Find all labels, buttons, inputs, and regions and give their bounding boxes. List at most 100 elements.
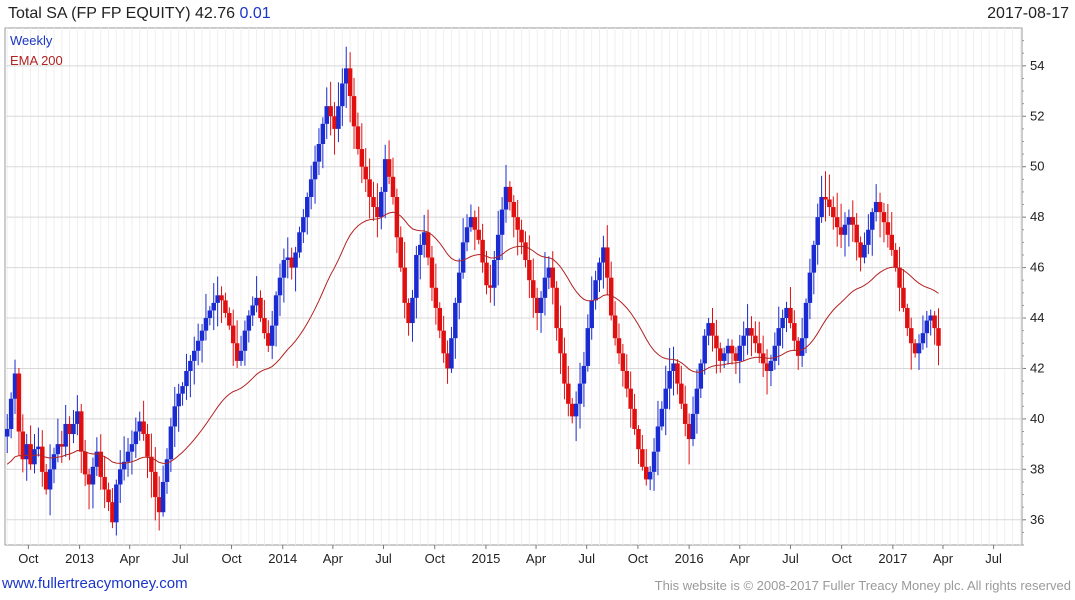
candle-body-up bbox=[242, 330, 248, 351]
x-tick-label: Jul bbox=[985, 551, 1002, 566]
x-tick-label: 2016 bbox=[675, 551, 704, 566]
candle-body-down bbox=[764, 363, 770, 371]
candle-body-up bbox=[8, 398, 14, 429]
candle-body-up bbox=[293, 252, 298, 268]
x-tick-label: Oct bbox=[18, 551, 39, 566]
candle-body-up bbox=[842, 224, 848, 235]
candle-body-down bbox=[686, 423, 692, 440]
candle-body-down bbox=[889, 234, 894, 250]
candle-body-up bbox=[811, 244, 817, 273]
candle-body-down bbox=[433, 287, 439, 308]
candle-body-up bbox=[184, 370, 189, 387]
candle-body-down bbox=[394, 196, 400, 238]
candle-body-down bbox=[79, 411, 84, 452]
candle-body-down bbox=[445, 353, 450, 369]
candle-body-up bbox=[269, 325, 275, 346]
candle-body-up bbox=[297, 232, 302, 253]
candle-body-down bbox=[558, 328, 563, 354]
candle-body-down bbox=[788, 307, 793, 324]
x-tick-label: Jul bbox=[172, 551, 189, 566]
candle-body-down bbox=[258, 297, 263, 319]
candle-body-up bbox=[671, 363, 676, 371]
candle-body-up bbox=[129, 444, 135, 452]
candle-body-up bbox=[312, 161, 318, 180]
candle-body-down bbox=[858, 242, 863, 258]
candle-body-up bbox=[277, 277, 283, 296]
candle-body-up bbox=[737, 345, 743, 361]
candlestick-chart: 36 38 40 42 44 46 48 50 52 54 Oct 2013 Apr Jul Oct 2014… bbox=[4, 27, 1044, 566]
candle-body-up bbox=[449, 338, 454, 369]
candle-body-down bbox=[40, 446, 45, 472]
candle-body-up bbox=[168, 426, 174, 460]
x-tick-label: Apr bbox=[933, 551, 954, 566]
candle-body-down bbox=[885, 222, 891, 235]
x-tick-label: Jul bbox=[375, 551, 392, 566]
candle-body-up bbox=[281, 260, 287, 278]
x-tick-label: 2015 bbox=[471, 551, 500, 566]
candle-body-down bbox=[219, 295, 224, 301]
candle-body-up bbox=[273, 295, 279, 326]
candle-body-up bbox=[866, 229, 871, 245]
candle-body-down bbox=[425, 232, 431, 258]
candle-body-down bbox=[760, 353, 766, 364]
candle-body-down bbox=[624, 370, 630, 389]
candle-body-up bbox=[663, 388, 668, 409]
x-tick-label: Apr bbox=[323, 551, 344, 566]
candle-body-up bbox=[862, 244, 867, 258]
candle-body-down bbox=[753, 335, 758, 344]
candle-body-up bbox=[215, 295, 220, 303]
candle-body-down bbox=[714, 335, 719, 349]
candle-body-down bbox=[227, 312, 232, 326]
y-tick-label: 50 bbox=[1030, 159, 1044, 174]
candle-body-up bbox=[503, 186, 509, 210]
candle-body-down bbox=[554, 287, 559, 329]
candle-body-up bbox=[301, 217, 306, 233]
candle-body-down bbox=[620, 353, 626, 371]
candle-body-up bbox=[195, 340, 201, 351]
candle-body-up bbox=[246, 315, 252, 331]
candle-body-up bbox=[453, 302, 458, 339]
candle-body-up bbox=[117, 469, 123, 485]
candle-body-up bbox=[12, 373, 18, 399]
candle-body-up bbox=[47, 469, 53, 490]
candle-body-up bbox=[924, 320, 930, 334]
x-tick-label: Apr bbox=[120, 551, 141, 566]
candle-body-down bbox=[562, 353, 567, 384]
x-tick-label: Oct bbox=[221, 551, 242, 566]
candle-body-up bbox=[916, 343, 922, 354]
candle-body-up bbox=[32, 449, 37, 465]
candle-body-down bbox=[351, 96, 357, 127]
candle-body-down bbox=[850, 217, 856, 225]
candle-body-down bbox=[156, 497, 162, 513]
candle-body-down bbox=[679, 383, 684, 404]
candle-body-down bbox=[145, 434, 150, 457]
candle-body-up bbox=[137, 421, 142, 432]
candle-body-up bbox=[188, 360, 193, 371]
candle-body-down bbox=[367, 179, 372, 197]
x-tick-label: 2017 bbox=[878, 551, 907, 566]
x-tick-label: Jul bbox=[782, 551, 799, 566]
candle-body-up bbox=[421, 232, 427, 245]
candle-body-down bbox=[437, 307, 442, 331]
candle-body-down bbox=[347, 68, 353, 97]
candle-body-up bbox=[468, 217, 474, 228]
candle-body-up bbox=[90, 466, 96, 485]
candle-body-up bbox=[698, 363, 704, 389]
candle-body-up bbox=[75, 411, 80, 424]
candle-body-down bbox=[877, 202, 883, 213]
candle-body-up bbox=[807, 272, 813, 303]
candle-body-up bbox=[180, 386, 185, 394]
candle-body-up bbox=[772, 345, 778, 361]
candle-body-down bbox=[792, 323, 797, 341]
candle-body-up bbox=[920, 333, 926, 344]
candle-body-up bbox=[71, 423, 76, 435]
candle-body-down bbox=[644, 466, 649, 480]
x-tick-label: Oct bbox=[628, 551, 649, 566]
candle-body-down bbox=[371, 196, 376, 208]
legend-entry: Weekly bbox=[10, 33, 53, 48]
website-link[interactable]: www.fullertreacymoney.com bbox=[2, 575, 188, 592]
candle-body-down bbox=[441, 330, 446, 354]
candle-body-down bbox=[386, 159, 392, 177]
candle-body-down bbox=[795, 340, 801, 356]
candle-body-down bbox=[936, 328, 941, 346]
